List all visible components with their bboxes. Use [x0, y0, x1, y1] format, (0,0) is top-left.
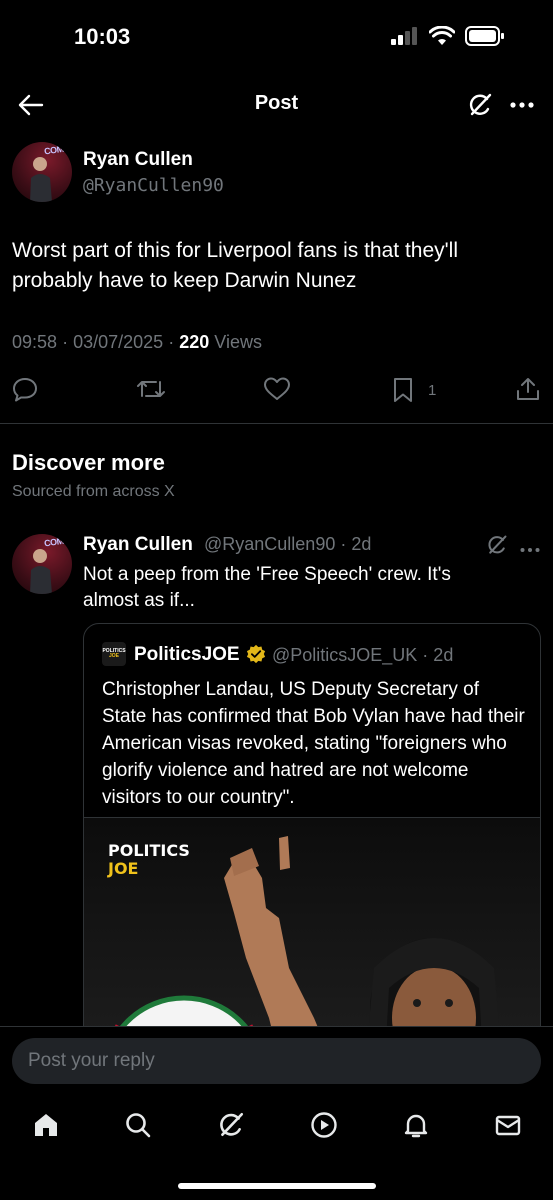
author-handle[interactable]: @RyanCullen90 [83, 175, 224, 196]
more-options-button[interactable] [507, 90, 537, 120]
quoted-tweet-card[interactable]: POLITICS JOE PoliticsJOE @PoliticsJOE_UK… [83, 623, 541, 1063]
post-text: Worst part of this for Liverpool fans is… [12, 239, 458, 292]
meta-separator: · [62, 332, 69, 352]
verified-badge-icon [246, 644, 266, 664]
views-label[interactable]: Views [214, 332, 262, 352]
home-icon [35, 1114, 57, 1136]
more-icon [510, 102, 534, 108]
like-icon [264, 377, 290, 400]
wifi-icon [429, 26, 455, 45]
tweet-more-button[interactable] [520, 540, 542, 552]
avatar-person-silhouette [30, 157, 52, 202]
status-time: 10:03 [74, 24, 131, 49]
share-button[interactable] [516, 376, 540, 402]
grok-icon [220, 1112, 244, 1136]
cellular-signal-icon [391, 27, 417, 45]
retweet-button[interactable] [136, 376, 166, 402]
tab-home[interactable] [31, 1110, 61, 1140]
battery-icon [465, 26, 504, 46]
author-name[interactable]: Ryan Cullen [83, 149, 193, 171]
share-icon [517, 378, 539, 400]
more-icon [520, 548, 540, 552]
notifications-icon [404, 1114, 428, 1138]
discover-title: Discover more [12, 450, 165, 475]
post-meta: 09:58 · 03/07/2025 · 220 Views [12, 332, 262, 353]
tweet-text: Not a peep from the 'Free Speech' crew. … [83, 564, 451, 611]
tab-video[interactable] [309, 1110, 339, 1140]
avatar-person-silhouette [30, 549, 52, 594]
logo-line2: JOE [108, 653, 119, 659]
like-button[interactable] [263, 376, 291, 402]
tab-grok[interactable] [216, 1110, 246, 1140]
quoted-author-name[interactable]: PoliticsJOE [134, 644, 240, 666]
reply-bar [0, 1026, 553, 1096]
status-bar: 10:03 [0, 0, 553, 74]
grok-button[interactable] [465, 90, 495, 120]
reply-input[interactable] [12, 1038, 541, 1084]
reply-button[interactable] [12, 376, 38, 402]
divider [0, 423, 553, 424]
status-icons [391, 26, 505, 46]
post-actions: 1 [0, 370, 553, 410]
search-icon [126, 1113, 151, 1138]
bookmark-count: 1 [428, 381, 437, 399]
politicsjoe-logo: POLITICS JOE [102, 642, 126, 666]
post-date: 03/07/2025 [73, 332, 164, 352]
video-icon [311, 1112, 337, 1138]
avatar[interactable]: COMEDY [12, 142, 72, 202]
retweet-icon [137, 381, 165, 397]
quoted-text: Christopher Landau, US Deputy Secretary … [102, 679, 525, 808]
reply-icon [13, 378, 37, 402]
discover-subtitle: Sourced from across X [12, 483, 175, 500]
home-indicator [178, 1183, 376, 1189]
grok-icon [488, 535, 507, 554]
tweet-avatar[interactable]: COMEDY [12, 534, 72, 594]
messages-icon [495, 1115, 521, 1136]
bookmark-icon [394, 378, 412, 402]
meta-separator: · [168, 332, 175, 352]
tab-notifications[interactable] [401, 1110, 431, 1140]
grok-icon [469, 93, 492, 116]
tweet-author-name[interactable]: Ryan Cullen [83, 534, 193, 556]
quoted-handle-time[interactable]: @PoliticsJOE_UK · 2d [272, 645, 453, 666]
post-time: 09:58 [12, 332, 58, 352]
tweet-grok-button[interactable] [486, 534, 510, 558]
bookmark-button[interactable]: 1 [392, 376, 436, 404]
tab-search[interactable] [123, 1110, 153, 1140]
tab-messages[interactable] [493, 1110, 523, 1140]
top-header: Post [0, 74, 553, 132]
views-count: 220 [179, 332, 210, 352]
tweet-handle-time[interactable]: @RyanCullen90 · 2d [204, 534, 371, 555]
